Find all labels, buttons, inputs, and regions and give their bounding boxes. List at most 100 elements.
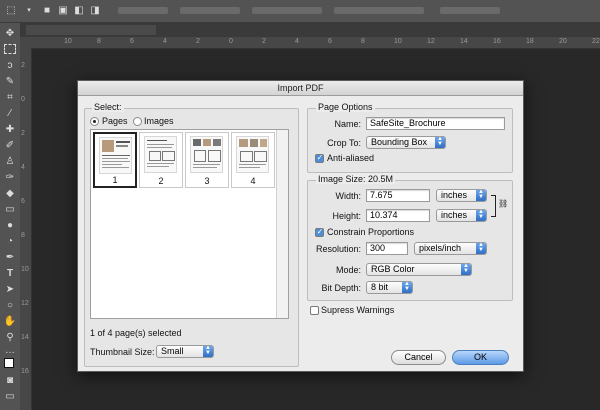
page-thumbnail-list[interactable]: 1 2 3 4 bbox=[90, 129, 289, 319]
ruler-tick-label: 14 bbox=[460, 38, 468, 45]
shape-icon[interactable]: ○ bbox=[3, 300, 17, 312]
anti-aliased-label: Anti-aliased bbox=[327, 153, 375, 163]
crop-to-select[interactable]: Bounding Box ▲ ▼ bbox=[366, 136, 446, 149]
page-preview bbox=[236, 136, 269, 173]
screen-mode-icon[interactable]: ▭ bbox=[3, 391, 17, 403]
dodge-icon[interactable]: ◔ bbox=[3, 236, 17, 248]
page-thumbnail[interactable]: 3 bbox=[185, 132, 229, 188]
thumbnail-scrollbar[interactable] bbox=[276, 130, 288, 318]
ruler-tick-label: 2 bbox=[262, 38, 266, 45]
intersect-selection-icon[interactable]: ◨ bbox=[88, 4, 102, 17]
page-thumbnail[interactable]: 4 bbox=[231, 132, 275, 188]
lasso-icon[interactable]: ↄ bbox=[3, 60, 17, 72]
ruler-tick-label: 22 bbox=[592, 38, 600, 45]
thumbnail-size-select[interactable]: Small ▲ ▼ bbox=[156, 345, 214, 358]
document-tab[interactable] bbox=[26, 25, 156, 35]
height-field[interactable]: 10.374 bbox=[366, 209, 430, 222]
constrain-proportions-checkbox[interactable] bbox=[315, 227, 324, 237]
pages-radio-label: Pages bbox=[102, 116, 128, 126]
bit-depth-label: Bit Depth: bbox=[321, 283, 361, 293]
blur-icon[interactable]: ● bbox=[3, 220, 17, 232]
width-field[interactable]: 7.675 bbox=[366, 189, 430, 202]
suppress-warnings-checkbox[interactable] bbox=[310, 306, 319, 315]
color-swatch-icon[interactable] bbox=[4, 358, 14, 368]
height-label: Height: bbox=[332, 211, 361, 221]
page-number: 2 bbox=[158, 176, 164, 186]
pen-icon[interactable]: ✒ bbox=[3, 252, 17, 264]
add-selection-icon[interactable]: ▣ bbox=[56, 4, 70, 17]
name-label: Name: bbox=[334, 119, 361, 129]
select-arrows-icon: ▲ ▼ bbox=[476, 209, 486, 221]
resolution-field[interactable]: 300 bbox=[366, 242, 408, 255]
type-icon[interactable]: T bbox=[3, 268, 17, 280]
marquee-options-icon[interactable]: ⬚ bbox=[4, 4, 18, 17]
crop-icon[interactable]: ⌗ bbox=[3, 92, 17, 104]
anti-alias-option[interactable] bbox=[180, 7, 240, 14]
height-unit-select[interactable]: inches ▲ ▼ bbox=[436, 209, 487, 222]
ruler-tick-label: 16 bbox=[493, 38, 501, 45]
mode-value: RGB Color bbox=[371, 264, 415, 274]
zoom-icon[interactable]: ⚲ bbox=[3, 332, 17, 344]
resolution-unit-value: pixels/inch bbox=[419, 243, 462, 253]
ruler-tick-label: 12 bbox=[427, 38, 435, 45]
name-field[interactable]: SafeSite_Brochure bbox=[366, 117, 505, 130]
toolbox: ✥ ↄ ✎ ⌗ ⁄ ✚ ✐ ♙ ✑ ◆ ▭ ● ◔ ✒ T ➤ ○ ✋ ⚲ … … bbox=[0, 23, 21, 410]
anti-aliased-checkbox[interactable] bbox=[315, 153, 324, 163]
ruler-tick-label: 8 bbox=[97, 38, 101, 45]
new-selection-icon[interactable]: ■ bbox=[40, 4, 54, 17]
crop-to-value: Bounding Box bbox=[371, 137, 428, 147]
hand-icon[interactable]: ✋ bbox=[3, 316, 17, 328]
history-brush-icon[interactable]: ✑ bbox=[3, 172, 17, 184]
page-thumbnail[interactable]: 2 bbox=[139, 132, 183, 188]
mode-label: Mode: bbox=[335, 265, 361, 275]
chevron-down-icon[interactable]: ▾ bbox=[22, 4, 36, 17]
gradient-icon[interactable]: ▭ bbox=[3, 204, 17, 216]
images-radio[interactable] bbox=[133, 117, 142, 126]
ok-button[interactable]: OK bbox=[452, 350, 509, 365]
bit-depth-select[interactable]: 8 bit ▲ ▼ bbox=[366, 281, 413, 294]
mode-select[interactable]: RGB Color ▲ ▼ bbox=[366, 263, 472, 276]
select-arrows-icon: ▲ ▼ bbox=[476, 242, 486, 254]
marquee-icon[interactable] bbox=[4, 44, 16, 54]
dialog-title: Import PDF bbox=[78, 81, 523, 96]
page-preview bbox=[190, 136, 223, 173]
refine-edge-button[interactable] bbox=[440, 7, 500, 14]
crop-to-label: Crop To: bbox=[327, 138, 361, 148]
width-height-option[interactable] bbox=[334, 7, 424, 14]
quick-mask-icon[interactable]: ◙ bbox=[3, 375, 17, 387]
constrain-link-bracket bbox=[491, 195, 496, 217]
resolution-unit-select[interactable]: pixels/inch ▲ ▼ bbox=[414, 242, 487, 255]
suppress-warnings-label: Supress Warnings bbox=[321, 305, 395, 315]
style-option[interactable] bbox=[252, 7, 322, 14]
document-tab-bar bbox=[20, 23, 600, 37]
stamp-icon[interactable]: ♙ bbox=[3, 156, 17, 168]
page-number: 4 bbox=[250, 176, 256, 186]
page-preview bbox=[99, 137, 132, 174]
width-unit-select[interactable]: inches ▲ ▼ bbox=[436, 189, 487, 202]
more-icon[interactable]: … bbox=[3, 345, 17, 357]
link-icon: ⛓ bbox=[498, 199, 509, 208]
eraser-icon[interactable]: ◆ bbox=[3, 188, 17, 200]
feather-option[interactable] bbox=[118, 7, 168, 14]
eyedropper-icon[interactable]: ⁄ bbox=[3, 108, 17, 120]
pages-radio[interactable] bbox=[90, 117, 99, 126]
ruler-tick-label: 6 bbox=[21, 198, 25, 205]
thumbnail-size-label: Thumbnail Size: bbox=[90, 347, 155, 357]
cancel-button[interactable]: Cancel bbox=[391, 350, 446, 365]
ruler-tick-label: 2 bbox=[21, 130, 25, 137]
ruler-tick-label: 6 bbox=[328, 38, 332, 45]
brush-icon[interactable]: ✐ bbox=[3, 140, 17, 152]
page-number: 3 bbox=[204, 176, 210, 186]
width-label: Width: bbox=[335, 191, 361, 201]
import-pdf-dialog: Import PDF Select: Pages Images 1 2 3 4 … bbox=[77, 80, 524, 372]
quick-select-icon[interactable]: ✎ bbox=[3, 76, 17, 88]
subtract-selection-icon[interactable]: ◧ bbox=[72, 4, 86, 17]
select-arrows-icon: ▲ ▼ bbox=[461, 263, 471, 275]
ruler-tick-label: 0 bbox=[21, 96, 25, 103]
move-icon[interactable]: ✥ bbox=[3, 28, 17, 40]
path-select-icon[interactable]: ➤ bbox=[3, 284, 17, 296]
image-size-label: Image Size: 20.5M bbox=[316, 174, 396, 184]
ruler-tick-label: 10 bbox=[394, 38, 402, 45]
healing-icon[interactable]: ✚ bbox=[3, 124, 17, 136]
page-thumbnail[interactable]: 1 bbox=[93, 132, 137, 188]
